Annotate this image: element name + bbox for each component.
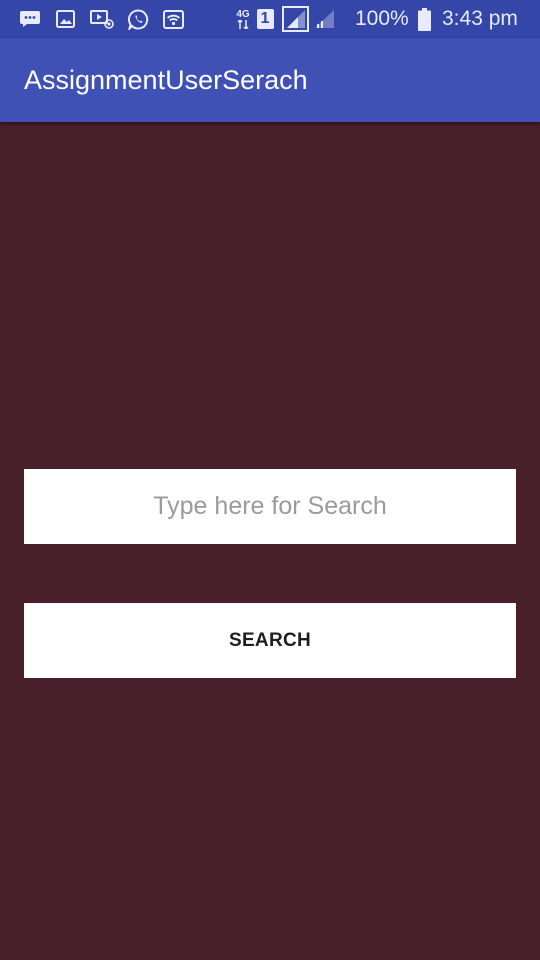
battery-icon [417, 7, 431, 31]
screen-recorder-icon [89, 9, 115, 29]
wifi-icon [162, 9, 184, 29]
status-bar: 4G 1 100% 3:43 pm [0, 0, 540, 38]
messenger-icon [18, 9, 42, 29]
app-title: AssignmentUserSerach [24, 65, 308, 95]
whatsapp-icon [127, 9, 149, 30]
gallery-icon [55, 9, 75, 29]
clock: 3:43 pm [442, 7, 518, 30]
sim1-icon: 1 [256, 9, 274, 29]
sim-slot-label: 1 [260, 10, 270, 27]
network-4g-icon: 4G [233, 7, 253, 31]
signal-sim1-icon [281, 6, 309, 32]
network-type-label: 4G [236, 9, 250, 20]
app-bar: AssignmentUserSerach [0, 38, 540, 122]
battery-percent: 100% [355, 7, 409, 30]
search-input[interactable] [24, 469, 516, 544]
search-button[interactable]: SEARCH [24, 603, 516, 678]
signal-sim2-icon [313, 9, 335, 29]
